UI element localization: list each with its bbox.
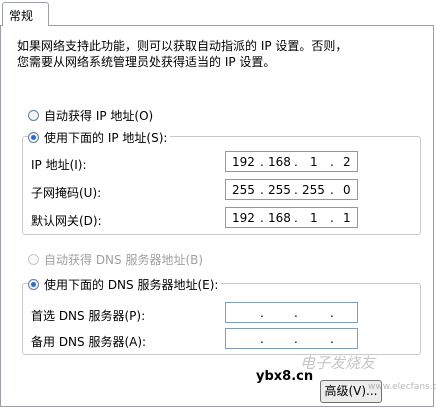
ip-address-label: IP 地址(I):: [31, 158, 87, 172]
tab-general[interactable]: 常规: [2, 2, 49, 26]
preferred-dns-label: 首选 DNS 服务器(P):: [31, 309, 146, 323]
manual-dns-label: 使用下面的 DNS 服务器地址(E):: [44, 278, 219, 292]
auto-ip-label: 自动获得 IP 地址(O): [44, 109, 154, 123]
manual-ip-label: 使用下面的 IP 地址(S):: [44, 131, 168, 145]
auto-dns-radio-circle[interactable]: [28, 254, 39, 265]
auto-dns-label: 自动获得 DNS 服务器地址(B): [44, 253, 204, 267]
manual-ip-radio[interactable]: 使用下面的 IP 地址(S):: [28, 129, 171, 146]
auto-ip-radio[interactable]: 自动获得 IP 地址(O): [28, 107, 157, 124]
ip-address-input[interactable]: 192. 168. 1. 2: [225, 151, 358, 172]
description-line-2: 您需要从网络系统管理员处获得适当的 IP 设置。: [17, 55, 276, 69]
properties-window: 常规 如果网络支持此功能，则可以获取自动指派的 IP 设置。否则， 您需要从网络…: [0, 0, 436, 407]
auto-ip-radio-circle[interactable]: [28, 110, 39, 121]
manual-ip-radio-circle[interactable]: [28, 132, 39, 143]
alternate-dns-label: 备用 DNS 服务器(A):: [31, 335, 147, 349]
description-text: 如果网络支持此功能，则可以获取自动指派的 IP 设置。否则， 您需要从网络系统管…: [17, 38, 417, 70]
preferred-dns-input[interactable]: ...: [225, 302, 358, 323]
manual-dns-radio-circle[interactable]: [28, 279, 39, 290]
watermark-site: ybx8.cn: [256, 369, 314, 384]
default-gateway-input[interactable]: 192. 168. 1. 1: [225, 207, 358, 228]
manual-dns-radio[interactable]: 使用下面的 DNS 服务器地址(E):: [28, 276, 222, 293]
description-line-1: 如果网络支持此功能，则可以获取自动指派的 IP 设置。否则，: [17, 39, 348, 53]
subnet-mask-input[interactable]: 255. 255. 255. 0: [225, 179, 358, 200]
auto-dns-radio[interactable]: 自动获得 DNS 服务器地址(B): [28, 251, 207, 268]
subnet-mask-label: 子网掩码(U):: [31, 186, 102, 200]
watermark-url: www.elecfans.com: [368, 382, 436, 392]
default-gateway-label: 默认网关(D):: [31, 214, 102, 228]
alternate-dns-input[interactable]: ...: [225, 328, 358, 349]
tab-general-label: 常规: [9, 9, 34, 23]
